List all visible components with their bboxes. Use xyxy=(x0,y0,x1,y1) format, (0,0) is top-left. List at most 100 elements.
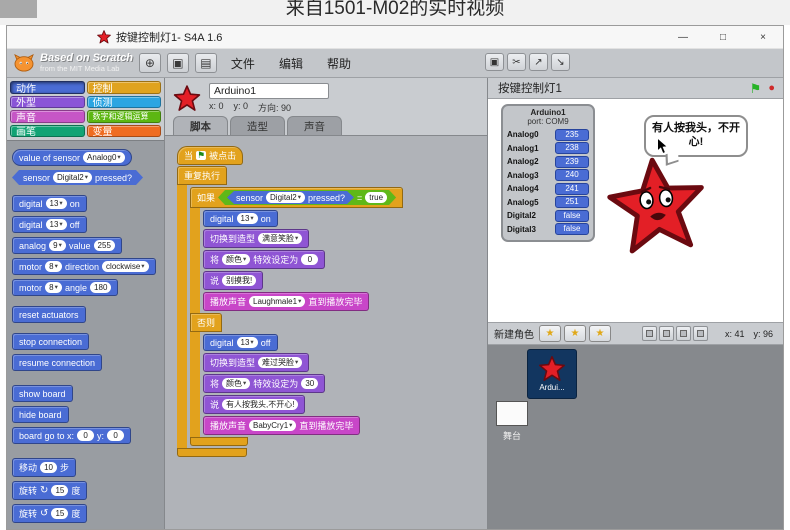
sensor-row: Digital2 false xyxy=(507,209,589,222)
shrink-sprite-tool-icon[interactable]: ↘ xyxy=(551,53,570,71)
sprite-card-name: Ardui... xyxy=(539,383,565,392)
block-set-color-effect-0[interactable]: 将颜色 ▾ 特效设定为 0 xyxy=(203,250,326,269)
sprite-pane-tool-4[interactable] xyxy=(693,326,708,341)
palette-digital-on[interactable]: digital 13 ▾ on xyxy=(12,195,87,212)
grow-sprite-tool-icon[interactable]: ↗ xyxy=(529,53,548,71)
arduino-board-watcher[interactable]: Arduino1 port: COM9 Analog0 235 Analog1 23… xyxy=(501,104,595,242)
block-digital-on[interactable]: digital 13 ▾ on xyxy=(203,210,278,227)
sensor-value: 235 xyxy=(555,128,589,141)
block-say-unhappy[interactable]: 说有人按我头,不开心! xyxy=(203,395,306,414)
language-globe-icon[interactable]: ⊕ xyxy=(138,53,161,73)
palette-turn-ccw[interactable]: 旋转 ↺ 15 度 xyxy=(12,504,88,523)
menu-bar: Based on Scratch from the MIT Media Lab … xyxy=(7,49,783,78)
category-control[interactable]: 控制 xyxy=(86,81,161,94)
editor-tabs: 脚本 造型 声音 xyxy=(165,116,487,135)
stage-canvas[interactable]: Arduino1 port: COM9 Analog0 235 Analog1 23… xyxy=(488,99,783,322)
tab-scripts[interactable]: 脚本 xyxy=(173,116,228,135)
menu-edit[interactable]: 编辑 xyxy=(269,52,313,75)
green-flag-icon[interactable]: ⚑ xyxy=(750,82,762,95)
project-title: 按键控制灯1 xyxy=(498,83,562,95)
equals-sign: = xyxy=(357,192,363,203)
category-variables[interactable]: 变量 xyxy=(86,124,161,137)
mouse-y: y: 96 xyxy=(753,328,773,339)
category-pen[interactable]: 画笔 xyxy=(10,124,85,137)
sensor-value: false xyxy=(555,223,589,236)
sprite-tools-cluster: ▣ ✂ ↗ ↘ xyxy=(485,53,570,71)
sprite-pane-tool-2[interactable] xyxy=(659,326,674,341)
paint-new-sprite-button[interactable]: ★ xyxy=(539,325,561,342)
category-looks[interactable]: 外型 xyxy=(10,95,85,108)
block-play-sound-laugh[interactable]: 播放声音 Laughmale1 ▾ 直到播放完毕 xyxy=(203,292,370,311)
video-corner-block xyxy=(0,0,37,18)
tab-costumes[interactable]: 造型 xyxy=(230,116,285,135)
stage-thumbnail-label: 舞台 xyxy=(502,431,521,441)
tab-sounds[interactable]: 声音 xyxy=(287,116,342,135)
block-say-dont-touch[interactable]: 说别摸我! xyxy=(203,271,264,290)
palette-show-board[interactable]: show board xyxy=(12,385,73,402)
scratch-logo: Based on Scratch from the MIT Media Lab xyxy=(13,53,133,72)
window-titlebar[interactable]: 按键控制灯1- S4A 1.6 — □ × xyxy=(7,26,783,49)
palette-digital-off[interactable]: digital 13 ▾ off xyxy=(12,216,87,233)
block-play-sound-cry[interactable]: 播放声音 BabyCry1 ▾ 直到播放完毕 xyxy=(203,416,361,435)
script-canvas[interactable]: 当 ⚑ 被点击 重复执行 如果 sensor Digital2 ▾ pressed? = xyxy=(165,135,487,529)
new-sprite-bar: 新建角色 ★ ★ ★ x: 41 y: 96 xyxy=(488,322,783,345)
stop-icon[interactable]: ● xyxy=(768,82,775,94)
palette-turn-cw[interactable]: 旋转 ↻ 15 度 xyxy=(12,481,88,500)
palette-value-of-sensor[interactable]: value of sensor Analog0 ▾ xyxy=(12,149,132,166)
mouse-cursor-icon xyxy=(657,137,669,155)
block-switch-costume-sad[interactable]: 切换到造型 难过哭脸 ▾ xyxy=(203,353,310,372)
scratch-cat-icon xyxy=(14,53,34,72)
sensor-value: 251 xyxy=(555,196,589,209)
palette-reset-actuators[interactable]: reset actuators xyxy=(12,306,86,323)
sprite-name-field[interactable]: Arduino1 xyxy=(209,82,329,99)
sensor-row: Analog4 241 xyxy=(507,182,589,195)
category-sound[interactable]: 声音 xyxy=(10,110,85,123)
sensor-pressed-boolean[interactable]: sensor Digital2 ▾ pressed? xyxy=(227,191,354,204)
sprite-pane-tool-1[interactable] xyxy=(642,326,657,341)
script-stack[interactable]: 当 ⚑ 被点击 重复执行 如果 sensor Digital2 ▾ pressed? = xyxy=(177,146,404,457)
category-motion[interactable]: 动作 xyxy=(10,81,85,94)
minimize-button[interactable]: — xyxy=(663,26,703,48)
surprise-sprite-button[interactable]: ★ xyxy=(589,325,611,342)
equals-rhs-value[interactable]: true xyxy=(365,192,387,203)
stage-thumbnail[interactable] xyxy=(496,401,528,426)
block-set-color-effect-30[interactable]: 将颜色 ▾ 特效设定为 30 xyxy=(203,374,326,393)
palette-resume-connection[interactable]: resume connection xyxy=(12,354,103,371)
close-button[interactable]: × xyxy=(743,26,783,48)
menu-file[interactable]: 文件 xyxy=(221,52,265,75)
block-digital-off[interactable]: digital 13 ▾ off xyxy=(203,334,278,351)
sprite-y: y: 0 xyxy=(233,100,249,111)
if-label: 如果 xyxy=(197,193,216,203)
sensor-row: Digital3 false xyxy=(507,223,589,236)
open-icon[interactable]: ▤ xyxy=(194,53,217,73)
mouse-position-readout: x: 41 y: 96 xyxy=(725,329,773,339)
category-sensing[interactable]: 侦测 xyxy=(86,95,161,108)
sprite-list-item-arduino[interactable]: Ardui... xyxy=(527,349,577,399)
when-flag-clicked-block[interactable]: 当 ⚑ 被点击 xyxy=(177,146,244,165)
category-operators[interactable]: 数字和逻辑运算 xyxy=(86,110,161,123)
palette-move-steps[interactable]: 移动 10 步 xyxy=(12,458,77,477)
palette-motor-angle[interactable]: motor 8 ▾ angle 180 xyxy=(12,279,119,296)
palette-hide-board[interactable]: hide board xyxy=(12,406,69,423)
duplicate-tool-icon[interactable]: ▣ xyxy=(485,53,504,71)
sprite-list-pane: 舞台 Ardui... xyxy=(488,345,783,529)
app-icon xyxy=(97,30,111,44)
if-else-block[interactable]: 如果 sensor Digital2 ▾ pressed? = true digita… xyxy=(190,187,404,446)
block-switch-costume-happy[interactable]: 切换到造型 满意笑脸 ▾ xyxy=(203,229,310,248)
maximize-button[interactable]: □ xyxy=(703,26,743,48)
open-new-sprite-button[interactable]: ★ xyxy=(564,325,586,342)
palette-motor-direction[interactable]: motor 8 ▾ direction clockwise ▾ xyxy=(12,258,156,275)
equals-operator[interactable]: sensor Digital2 ▾ pressed? = true xyxy=(218,190,396,205)
stage-panel: 按键控制灯1 ⚑ ● Arduino1 port: COM9 Analog0 23… xyxy=(488,78,783,529)
new-sprite-label: 新建角色 xyxy=(494,330,534,341)
palette-analog-value[interactable]: analog 9 ▾ value 255 xyxy=(12,237,122,254)
delete-tool-icon[interactable]: ✂ xyxy=(507,53,526,71)
palette-stop-connection[interactable]: stop connection xyxy=(12,333,90,350)
palette-board-goto[interactable]: board go to x: 0 y: 0 xyxy=(12,427,132,444)
star-sprite[interactable] xyxy=(603,152,711,260)
sprite-pane-tool-3[interactable] xyxy=(676,326,691,341)
forever-block[interactable]: 重复执行 如果 sensor Digital2 ▾ pressed? = true xyxy=(177,166,404,457)
menu-help[interactable]: 帮助 xyxy=(317,52,361,75)
palette-sensor-pressed[interactable]: sensor Digital2 ▾ pressed? xyxy=(12,170,143,185)
save-icon[interactable]: ▣ xyxy=(166,53,189,73)
